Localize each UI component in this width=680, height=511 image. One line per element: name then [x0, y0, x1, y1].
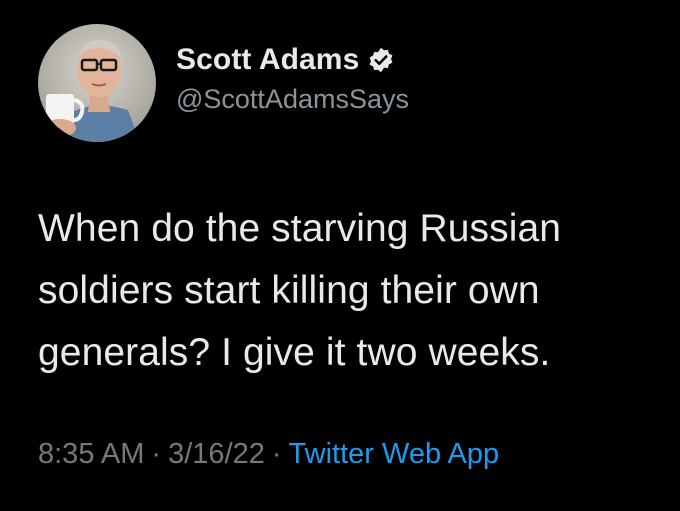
name-row: Scott Adams — [176, 40, 409, 80]
avatar-photo — [38, 24, 156, 142]
author-identity: Scott Adams @ScottAdamsSays — [176, 40, 409, 115]
tweet-source-link[interactable]: Twitter Web App — [289, 438, 500, 470]
tweet-text: When do the starving Russian soldiers st… — [38, 207, 562, 374]
tweet-time[interactable]: 8:35 AM — [38, 438, 144, 470]
display-name[interactable]: Scott Adams — [176, 43, 359, 77]
separator-dot: · — [271, 438, 282, 470]
separator-dot: · — [151, 438, 162, 470]
user-handle[interactable]: @ScottAdamsSays — [176, 84, 409, 115]
tweet-metadata: 8:35 AM · 3/16/22 · Twitter Web App — [38, 438, 499, 471]
avatar[interactable] — [38, 24, 156, 142]
verified-badge-icon — [367, 46, 395, 74]
tweet-card: Scott Adams @ScottAdamsSays When do the … — [0, 0, 680, 511]
tweet-date[interactable]: 3/16/22 — [168, 438, 265, 470]
